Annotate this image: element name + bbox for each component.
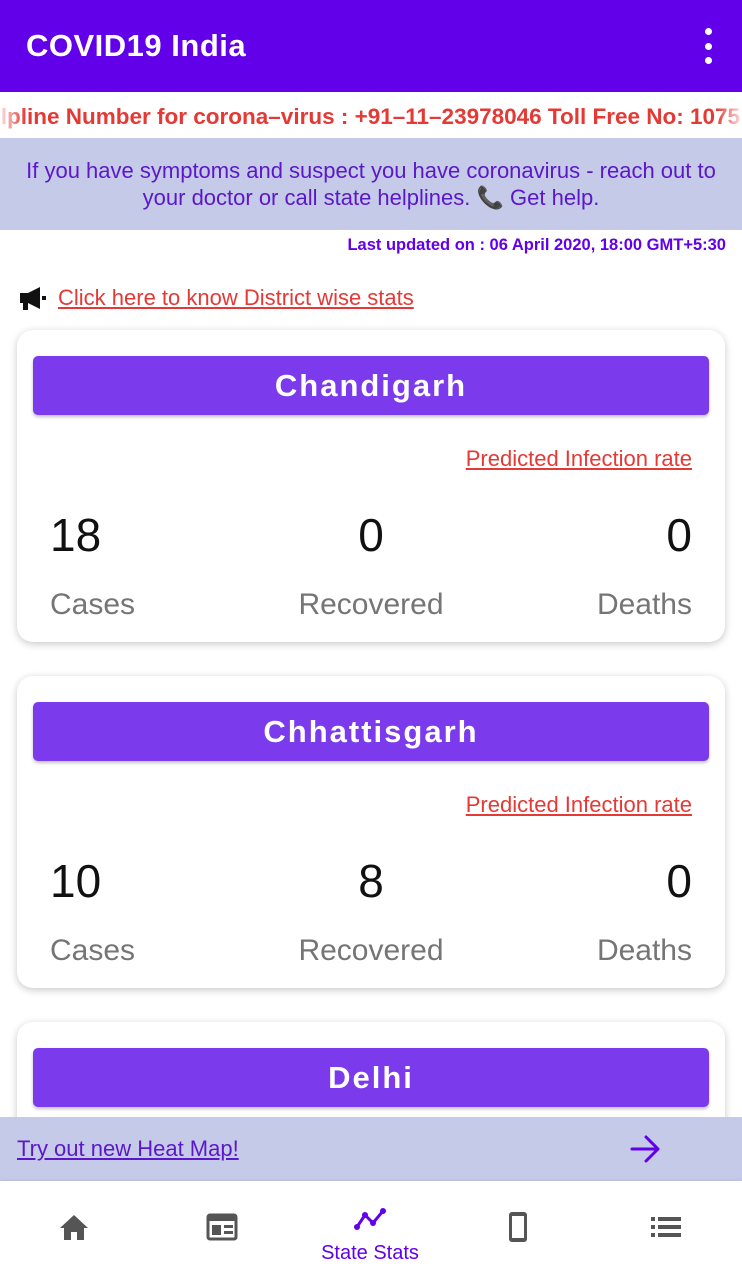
deaths-label: Deaths <box>596 934 692 967</box>
district-stats-link[interactable]: Click here to know District wise stats <box>58 285 414 311</box>
arrow-right-icon[interactable] <box>630 1135 662 1163</box>
home-icon <box>60 1215 88 1240</box>
newspaper-icon <box>206 1213 238 1241</box>
nav-home[interactable] <box>0 1181 148 1280</box>
state-name-button[interactable]: Delhi <box>33 1048 709 1107</box>
heatmap-link[interactable]: Try out new Heat Map! <box>17 1136 239 1162</box>
megaphone-icon <box>20 287 46 310</box>
predicted-infection-link[interactable]: Predicted Infection rate <box>466 792 692 818</box>
district-stats-row[interactable]: Click here to know District wise stats <box>18 283 414 313</box>
symptoms-text: If you have symptoms and suspect you hav… <box>26 158 716 210</box>
state-name-button[interactable]: Chandigarh <box>33 356 709 415</box>
app-screen: COVID19 India Helpline Number for corona… <box>0 0 742 1280</box>
state-card-chhattisgarh: Chhattisgarh Predicted Infection rate 10… <box>17 676 725 988</box>
state-name-button[interactable]: Chhattisgarh <box>33 702 709 761</box>
get-help-link[interactable]: Get help. <box>510 185 599 210</box>
nav-state-stats-label: State Stats <box>321 1242 419 1264</box>
helpline-marquee-text: Helpline Number for corona–virus : +91–1… <box>0 104 741 129</box>
timeline-icon <box>354 1208 386 1230</box>
recovered-value: 0 <box>358 509 384 561</box>
app-bar: COVID19 India <box>0 0 742 92</box>
predicted-infection-link[interactable]: Predicted Infection rate <box>466 446 692 472</box>
nav-list[interactable] <box>592 1181 740 1280</box>
state-name: Chhattisgarh <box>263 713 479 749</box>
bottom-navigation: State Stats <box>0 1181 742 1280</box>
helpline-marquee: Helpline Number for corona–virus : +91–1… <box>0 92 742 138</box>
nav-device[interactable] <box>444 1181 592 1280</box>
app-title: COVID19 India <box>26 28 247 63</box>
last-updated-text: Last updated on : 06 April 2020, 18:00 G… <box>347 236 726 254</box>
phone-icon: 📞 <box>476 185 504 210</box>
state-name: Delhi <box>328 1059 414 1095</box>
nav-news[interactable] <box>148 1181 296 1280</box>
deaths-value: 0 <box>666 509 692 561</box>
list-icon <box>651 1217 681 1237</box>
more-options-icon[interactable] <box>696 28 720 64</box>
heatmap-banner[interactable]: Try out new Heat Map! <box>0 1117 742 1181</box>
recovered-value: 8 <box>358 855 384 907</box>
symptoms-banner[interactable]: If you have symptoms and suspect you hav… <box>0 138 742 230</box>
state-name: Chandigarh <box>274 367 468 403</box>
deaths-value: 0 <box>666 855 692 907</box>
smartphone-icon <box>509 1212 527 1242</box>
deaths-label: Deaths <box>596 588 692 621</box>
nav-state-stats[interactable]: State Stats <box>296 1181 444 1280</box>
state-card-chandigarh: Chandigarh Predicted Infection rate 18 0… <box>17 330 725 642</box>
